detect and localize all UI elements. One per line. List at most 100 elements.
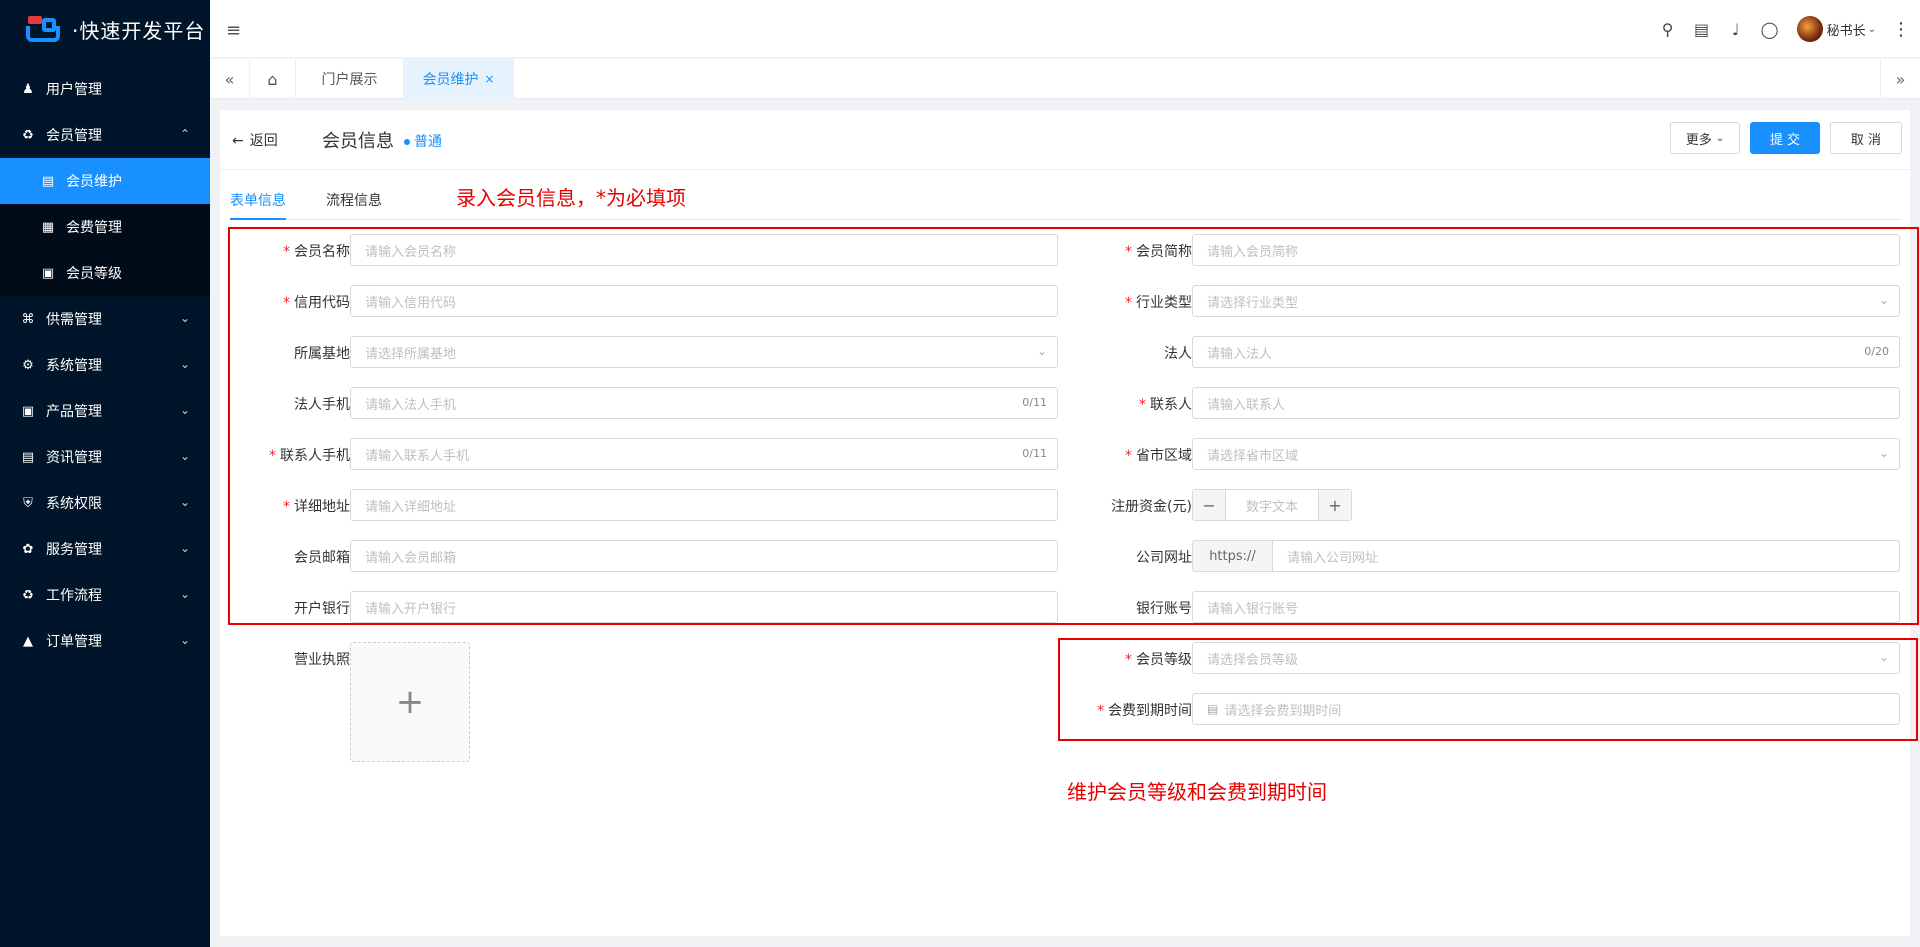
chevron-down-icon: ⌄ [179, 357, 190, 371]
sidebar-item-news-management[interactable]: ▤ 资讯管理 ⌄ [0, 434, 210, 480]
tab-label: 门户展示 [321, 72, 378, 88]
double-chevron-left-icon[interactable]: « [210, 59, 250, 99]
chevron-down-icon[interactable]: ⌄ [1868, 24, 1876, 35]
placeholder: 请输入联系人 [1207, 397, 1286, 413]
status-badge: 普通 [404, 131, 442, 151]
industry-select[interactable]: 请选择行业类型 ⌄ [1192, 285, 1900, 317]
chevron-up-icon: ⌃ [179, 127, 190, 141]
char-counter: 0/20 [1864, 345, 1889, 358]
double-chevron-right-icon[interactable]: » [1880, 59, 1920, 99]
contact-phone-input[interactable]: 请输入联系人手机 0/11 [350, 438, 1058, 470]
capital-number-input[interactable]: − 数字文本 + [1192, 489, 1352, 521]
tab-label: 会员维护 [422, 72, 479, 88]
placeholder: 数字文本 [1225, 490, 1319, 520]
chevron-down-icon: ⌄ [179, 633, 190, 647]
base-select[interactable]: 请选择所属基地 ⌄ [350, 336, 1058, 368]
status-badge-label: 普通 [414, 134, 442, 150]
tab-member-maintain[interactable]: 会员维护 × [404, 59, 514, 99]
placeholder: 请输入银行账号 [1207, 601, 1299, 617]
label-text: 省市区域 [1136, 448, 1192, 464]
address-input[interactable]: 请输入详细地址 [350, 489, 1058, 521]
arrow-left-icon: ← [232, 133, 244, 149]
close-icon[interactable]: × [484, 72, 494, 86]
placeholder: 请输入法人 [1207, 346, 1273, 362]
sidebar-item-label: 订单管理 [46, 634, 102, 650]
expiry-date-picker[interactable]: ▤ 请选择会费到期时间 [1192, 693, 1900, 725]
tab-form-info[interactable]: 表单信息 [230, 190, 286, 210]
sidebar-item-member-maintain[interactable]: ▤ 会员维护 [0, 158, 210, 204]
sidebar-item-fee-management[interactable]: ▦ 会费管理 [0, 204, 210, 250]
sidebar-item-supply-demand[interactable]: ⌘ 供需管理 ⌄ [0, 296, 210, 342]
home-icon[interactable]: ⌂ [250, 59, 296, 99]
header-actions: ⚲ ▤ ♩ ◯ 秘书长 ⌄ ⋮ [1651, 0, 1910, 58]
sidebar-item-user-management[interactable]: ♟ 用户管理 [0, 66, 210, 112]
content-card: ← 返回 会员信息 普通 更多 ⌄ 提 交 取 消 表单信息 流程信息 * 会员名称 … [220, 110, 1910, 936]
cancel-button[interactable]: 取 消 [1830, 122, 1902, 154]
cancel-label: 取 消 [1850, 132, 1882, 148]
sidebar-item-service-management[interactable]: ✿ 服务管理 ⌄ [0, 526, 210, 572]
sidebar-item-label: 系统权限 [46, 496, 102, 512]
submit-button[interactable]: 提 交 [1750, 122, 1820, 154]
bank-input[interactable]: 请输入开户银行 [350, 591, 1058, 623]
contact-input[interactable]: 请输入联系人 [1192, 387, 1900, 419]
menu-fold-icon[interactable]: ≡ [226, 20, 241, 41]
placeholder: 请选择省市区域 [1207, 448, 1299, 464]
label-text: 会员等级 [1136, 652, 1192, 668]
sidebar-item-member-management[interactable]: ♻ 会员管理 ⌃ [0, 112, 210, 158]
sidebar-item-label: 服务管理 [46, 542, 102, 558]
sidebar-item-system-permissions[interactable]: ⛨ 系统权限 ⌄ [0, 480, 210, 526]
region-select[interactable]: 请选择省市区域 ⌄ [1192, 438, 1900, 470]
more-button[interactable]: 更多 ⌄ [1670, 122, 1740, 154]
document-icon: ▤ [21, 449, 35, 465]
back-label: 返回 [249, 133, 278, 149]
top-header: ≡ ⚲ ▤ ♩ ◯ 秘书长 ⌄ ⋮ [210, 0, 1920, 58]
grid-icon: ⌘ [21, 311, 35, 327]
logo-text: ·快速开发平台 [72, 18, 206, 43]
level-select[interactable]: 请选择会员等级 ⌄ [1192, 642, 1900, 674]
chevron-down-icon: ⌄ [179, 403, 190, 417]
placeholder: 请选择所属基地 [365, 346, 457, 362]
email-input[interactable]: 请输入会员邮箱 [350, 540, 1058, 572]
sidebar-menu: ♟ 用户管理 ♻ 会员管理 ⌃ ▤ 会员维护 ▦ 会费管理 ▣ 会员等级 ⌘ 供需管理 ⌄ ⚙ 系… [0, 66, 210, 664]
bell-icon[interactable]: ♩ [1719, 20, 1753, 39]
plus-icon: + [395, 682, 425, 722]
level-icon: ▣ [41, 265, 55, 281]
sidebar-item-product-management[interactable]: ▣ 产品管理 ⌄ [0, 388, 210, 434]
user-name[interactable]: 秘书长 [1827, 20, 1866, 39]
avatar[interactable] [1796, 16, 1823, 42]
submit-label: 提 交 [1769, 132, 1801, 148]
placeholder: 请输入法人手机 [365, 397, 457, 413]
member-name-input[interactable]: 请输入会员名称 [350, 234, 1058, 266]
account-input[interactable]: 请输入银行账号 [1192, 591, 1900, 623]
minus-icon[interactable]: − [1193, 490, 1225, 520]
license-upload[interactable]: + [350, 642, 470, 762]
tab-portal[interactable]: 门户展示 [296, 59, 404, 99]
placeholder: 请选择会费到期时间 [1224, 703, 1342, 719]
more-vertical-icon[interactable]: ⋮ [1892, 19, 1910, 40]
status-dot-icon [404, 139, 410, 145]
label-text: 所属基地 [294, 346, 350, 362]
tab-flow-info[interactable]: 流程信息 [326, 190, 382, 210]
annotation-text-top: 录入会员信息，*为必填项 [456, 186, 686, 210]
placeholder: 请输入详细地址 [365, 499, 457, 515]
website-input[interactable]: https:// 请输入公司网址 [1192, 540, 1900, 572]
legal-input[interactable]: 请输入法人 0/20 [1192, 336, 1900, 368]
globe-icon[interactable]: ◯ [1753, 20, 1787, 39]
member-short-input[interactable]: 请输入会员简称 [1192, 234, 1900, 266]
message-icon[interactable]: ▤ [1685, 20, 1719, 39]
back-button[interactable]: ← 返回 [232, 130, 278, 150]
sidebar-item-workflow[interactable]: ♻ 工作流程 ⌄ [0, 572, 210, 618]
plus-icon[interactable]: + [1319, 490, 1351, 520]
account-label: 银行账号 [1062, 598, 1192, 618]
credit-code-input[interactable]: 请输入信用代码 [350, 285, 1058, 317]
legal-phone-input[interactable]: 请输入法人手机 0/11 [350, 387, 1058, 419]
legal-phone-label: 法人手机 [220, 394, 350, 414]
sidebar-item-order-management[interactable]: ▲ 订单管理 ⌄ [0, 618, 210, 664]
sidebar-item-system-management[interactable]: ⚙ 系统管理 ⌄ [0, 342, 210, 388]
member-short-label: * 会员简称 [1125, 244, 1192, 260]
sidebar-item-label: 供需管理 [46, 312, 102, 328]
logo[interactable]: ·快速开发平台 [0, 0, 210, 58]
sidebar-item-member-level[interactable]: ▣ 会员等级 [0, 250, 210, 296]
search-icon[interactable]: ⚲ [1651, 20, 1685, 39]
contact-label: * 联系人 [1139, 397, 1192, 413]
